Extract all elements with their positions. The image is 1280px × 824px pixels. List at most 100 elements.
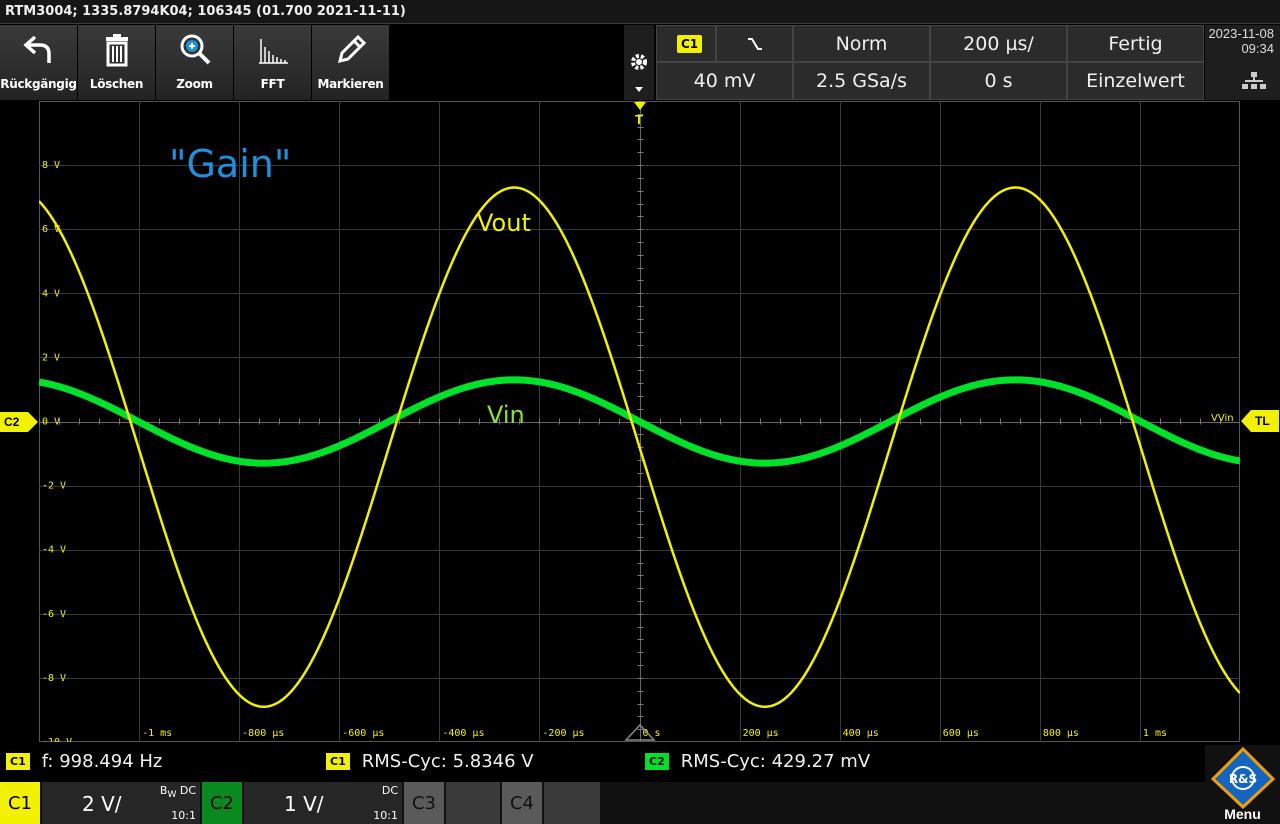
gear-icon: [631, 54, 647, 70]
trigger-source-badge: C1: [677, 34, 703, 53]
channel-c1-scale: 2 V/: [82, 792, 122, 816]
mark-button[interactable]: Markieren: [312, 25, 389, 100]
trigger-marker[interactable]: T: [633, 101, 647, 129]
rs-logo-icon: R&S: [1211, 747, 1275, 809]
run-status[interactable]: Fertig: [1067, 25, 1204, 62]
clock: 2023-11-08 09:34: [1205, 25, 1280, 100]
mark-label: Markieren: [317, 77, 384, 91]
y-tick-label: -8 V: [42, 673, 66, 684]
measurement-bar: C1 f: 998.494 Hz C1 RMS-Cyc: 5.8346 V C2…: [0, 745, 1280, 781]
measurement-rms-c2[interactable]: C2 RMS-Cyc: 429.27 mV: [645, 751, 870, 772]
channel-c3-label: C3: [404, 782, 444, 824]
trigger-level[interactable]: 40 mV: [656, 62, 793, 100]
measurement-value: f: 998.494 Hz: [41, 751, 163, 772]
zoom-label: Zoom: [176, 77, 213, 91]
x-tick-label: 1 ms: [1143, 728, 1167, 739]
channel-c1-coupling: DC: [179, 784, 196, 797]
menu-label: Menu: [1224, 806, 1261, 822]
trigger-level-marker[interactable]: TL: [1241, 410, 1279, 432]
measurement-rms-c1[interactable]: C1 RMS-Cyc: 5.8346 V: [326, 751, 534, 772]
chevron-down-icon: [635, 87, 643, 92]
title-bar: RTM3004; 1335.8794K04; 106345 (01.700 20…: [0, 0, 1280, 24]
measurement-frequency[interactable]: C1 f: 998.494 Hz: [6, 751, 162, 772]
waveform-display[interactable]: 8 V6 V4 V2 V0 V-2 V-4 V-6 V-8 V-10 V -1 …: [39, 101, 1240, 742]
channel-c1-label: C1: [0, 782, 40, 824]
delete-label: Löschen: [89, 77, 144, 91]
measurement-channel-badge: C1: [6, 753, 30, 770]
undo-label: Rückgängig: [0, 77, 77, 91]
delete-button[interactable]: Löschen: [78, 25, 155, 100]
channel-c2[interactable]: C2 1 V/ DC 10:1: [202, 782, 402, 824]
measurement-value: RMS-Cyc: 5.8346 V: [361, 751, 534, 772]
horizontal-position[interactable]: 0 s: [930, 62, 1067, 100]
channel-c4-label: C4: [502, 782, 542, 824]
measurement-channel-badge: C2: [645, 753, 669, 770]
channel-c2-scale: 1 V/: [284, 792, 324, 816]
measurement-value: RMS-Cyc: 429.27 mV: [680, 751, 871, 772]
y-tick-label: -4 V: [42, 545, 66, 556]
vin-label: Vin: [487, 401, 525, 429]
toolbar: Rückgängig Löschen Zoom FFT Markieren: [0, 25, 390, 100]
fft-button[interactable]: FFT: [234, 25, 311, 100]
trigger-mode[interactable]: Norm: [793, 25, 930, 62]
tl-marker-label: TL: [1255, 414, 1270, 428]
y-tick-label: 2 V: [42, 352, 60, 363]
x-tick-label: -800 µs: [242, 728, 284, 739]
waveform-plot: 8 V6 V4 V2 V0 V-2 V-4 V-6 V-8 V-10 V -1 …: [39, 101, 1240, 742]
falling-edge-icon: [747, 37, 762, 50]
acquisition-settings: C1 Norm 200 µs/ Fertig 40 mV 2.5 GSa/s 0…: [656, 25, 1204, 100]
logo-text: R&S: [1229, 772, 1257, 786]
x-tick-label: -1 ms: [142, 728, 172, 739]
vout-trace: [39, 186, 1240, 708]
y-tick-label: -6 V: [42, 609, 66, 620]
channel-c4-settings: [544, 782, 600, 824]
channel-c1-settings: 2 V/ BW DC 10:1: [42, 782, 200, 824]
ch2-marker-label: C2: [4, 415, 20, 429]
vout-label: Vout: [477, 209, 531, 237]
menu-button[interactable]: R&S Menu: [1205, 745, 1280, 824]
channel-c4[interactable]: C4: [502, 782, 600, 824]
y-tick-label: -10 V: [42, 737, 72, 742]
x-tick-label: 600 µs: [943, 728, 979, 739]
sample-rate[interactable]: 2.5 GSa/s: [793, 62, 930, 100]
ch2-level-marker[interactable]: C2: [0, 412, 38, 432]
undo-button[interactable]: Rückgängig: [0, 25, 77, 100]
channel-c2-ratio: 10:1: [373, 809, 398, 822]
channel-bar: C1 2 V/ BW DC 10:1 C2 1 V/ DC 10:1 C3 C4: [0, 782, 1280, 824]
channel-c3-settings: [446, 782, 500, 824]
fft-label: FFT: [260, 77, 285, 91]
channel-c2-settings: 1 V/ DC 10:1: [244, 782, 402, 824]
trigger-source[interactable]: C1: [656, 25, 716, 62]
fft-icon: [258, 39, 288, 64]
acquisition-mode[interactable]: Einzelwert: [1067, 62, 1204, 100]
channel-c2-coupling: DC: [381, 784, 398, 797]
measurement-channel-badge: C1: [326, 753, 350, 770]
channel-c1-ratio: 10:1: [171, 809, 196, 822]
gain-annotation: "Gain": [169, 142, 291, 186]
x-tick-label: 200 µs: [743, 728, 779, 739]
zoom-icon: [180, 34, 210, 65]
channel-c1-bw-sub: W: [167, 790, 177, 801]
channel-c2-label: C2: [202, 782, 242, 824]
x-tick-label: -400 µs: [442, 728, 484, 739]
trigger-marker-label: T: [635, 112, 643, 127]
timebase[interactable]: 200 µs/: [930, 25, 1067, 62]
pencil-icon: [337, 34, 366, 64]
y-tick-label: 8 V: [42, 160, 60, 171]
y-tick-label: 4 V: [42, 288, 60, 299]
settings-button[interactable]: [624, 25, 654, 100]
zoom-button[interactable]: Zoom: [156, 25, 233, 100]
channel-c1-bw-coupling: BW DC: [160, 784, 196, 800]
tl-name: VVin: [1211, 413, 1234, 424]
channel-c3[interactable]: C3: [404, 782, 500, 824]
clock-time: 09:34: [1241, 41, 1274, 56]
y-tick-label: -2 V: [42, 481, 66, 492]
clock-date: 2023-11-08: [1208, 26, 1274, 41]
undo-icon: [22, 35, 51, 63]
x-tick-label: 400 µs: [843, 728, 879, 739]
x-tick-label: -600 µs: [342, 728, 384, 739]
trash-icon: [105, 34, 128, 67]
channel-c1[interactable]: C1 2 V/ BW DC 10:1: [0, 782, 200, 824]
y-tick-label: 0 V: [42, 417, 60, 428]
trigger-slope[interactable]: [716, 25, 793, 62]
